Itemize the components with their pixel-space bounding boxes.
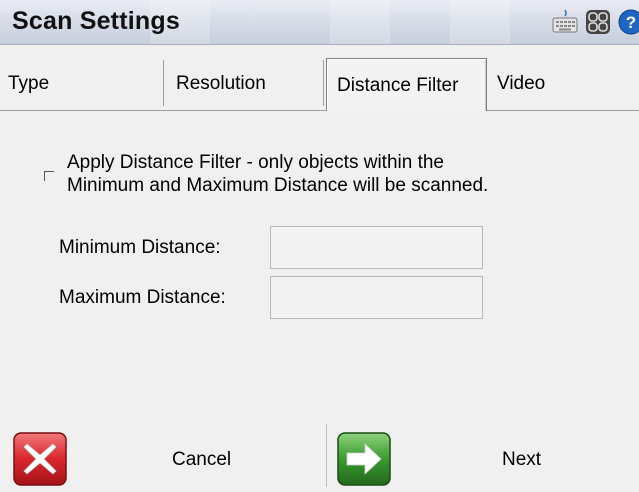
minimum-distance-label: Minimum Distance: xyxy=(59,237,221,258)
help-icon[interactable]: ? xyxy=(618,9,639,35)
title-bar-stripe xyxy=(450,0,510,44)
next-label: Next xyxy=(502,449,542,470)
tab-video[interactable]: Video xyxy=(489,60,639,106)
green-arrow-right-icon xyxy=(336,431,392,487)
tab-resolution[interactable]: Resolution xyxy=(164,60,324,106)
keyboard-icon[interactable] xyxy=(552,9,578,35)
cancel-label: Cancel xyxy=(172,449,232,470)
minimum-distance-input[interactable] xyxy=(270,226,483,269)
cancel-button[interactable]: Cancel xyxy=(0,424,326,487)
footer-divider xyxy=(326,424,327,487)
tab-type[interactable]: Type xyxy=(0,60,164,106)
title-bar: Scan Settings ? xyxy=(0,0,639,45)
checkbox-label-line2: Minimum and Maximum Distance will be sca… xyxy=(67,175,489,196)
maximum-distance-input[interactable] xyxy=(270,276,483,319)
apply-distance-filter-label[interactable]: Apply Distance Filter - only objects wit… xyxy=(67,151,587,197)
checkbox-label-line1: Apply Distance Filter - only objects wit… xyxy=(67,152,444,173)
help-glyph: ? xyxy=(626,13,636,32)
tab-strip: Type Resolution Distance Filter Video xyxy=(0,52,639,111)
red-x-icon xyxy=(12,431,68,487)
apply-distance-filter-checkbox[interactable] xyxy=(44,171,54,181)
window-title: Scan Settings xyxy=(12,7,180,35)
next-button[interactable]: Next xyxy=(328,424,639,487)
maximum-distance-label: Maximum Distance: xyxy=(59,287,226,308)
tab-distance-filter[interactable]: Distance Filter xyxy=(326,58,487,111)
apps-grid-icon[interactable] xyxy=(585,9,611,35)
title-bar-stripe xyxy=(330,0,390,44)
